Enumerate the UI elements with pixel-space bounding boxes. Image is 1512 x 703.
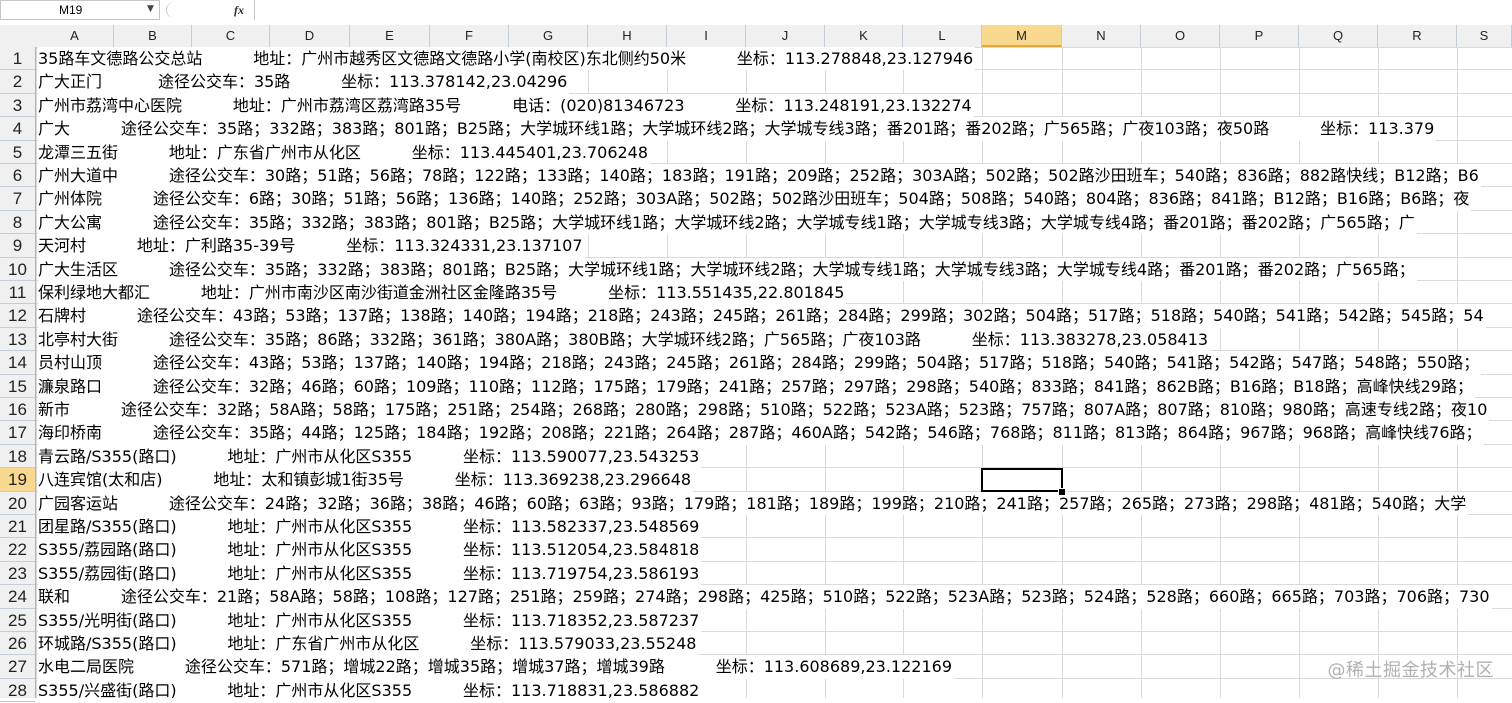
row-header-11[interactable]: 11 <box>0 281 35 305</box>
cell-a3[interactable]: 广州市荔湾中心医院 地址：广州市荔湾区荔湾路35号 电话：(020)813467… <box>38 93 974 118</box>
column-header-bar: ABCDEFGHIJKLMNOPQRS <box>0 25 1512 48</box>
cell-a10[interactable]: 广大生活区 途径公交车：35路；332路；383路；801路；B25路；大学城环… <box>38 257 1417 281</box>
cell-a24[interactable]: 联和 途径公交车：21路；58A路；58路；108路；127路；251路；259… <box>38 585 1492 609</box>
column-header-b[interactable]: B <box>114 25 192 47</box>
name-box-value: M19 <box>59 3 83 17</box>
column-header-p[interactable]: P <box>1220 25 1299 47</box>
cell-a12[interactable]: 石牌村 途径公交车：43路；53路；137路；138路；140路；194路；21… <box>38 304 1486 328</box>
cell-a8[interactable]: 广大公寓 途径公交车：35路；332路；383路；801路；B25路；大学城环线… <box>38 210 1417 235</box>
column-header-q[interactable]: Q <box>1299 25 1378 47</box>
cell-a23[interactable]: S355/荔园街(路口) 地址：广州市从化区S355 坐标：113.719754… <box>38 561 702 586</box>
watermark: @稀土掘金技术社区 <box>1327 660 1494 681</box>
column-header-o[interactable]: O <box>1141 25 1220 47</box>
cell-a26[interactable]: 环城路/S355(路口) 地址：广东省广州市从化区 坐标：113.579033,… <box>38 632 699 656</box>
column-header-a[interactable]: A <box>36 25 114 47</box>
column-header-h[interactable]: H <box>588 25 667 47</box>
row-header-7[interactable]: 7 <box>0 187 35 211</box>
cell-a6[interactable]: 广州大道中 途径公交车：30路；51路；56路；78路；122路；133路；14… <box>38 164 1481 188</box>
chevron-down-icon[interactable]: ▼ <box>147 4 154 14</box>
cell-a25[interactable]: S355/光明街(路口) 地址：广州市从化区S355 坐标：113.718352… <box>38 608 702 632</box>
column-header-r[interactable]: R <box>1378 25 1457 47</box>
cell-a17[interactable]: 海印桥南 途径公交车：35路；44路；125路；184路；192路；208路；2… <box>38 421 1484 445</box>
row-header-12[interactable]: 12 <box>0 304 35 328</box>
cell-a28[interactable]: S355/兴盛街(路口) 地址：广州市从化区S355 坐标：113.718831… <box>38 678 702 698</box>
row-header-24[interactable]: 24 <box>0 585 35 609</box>
column-header-j[interactable]: J <box>746 25 825 47</box>
row-header-18[interactable]: 18 <box>0 445 35 469</box>
row-header-10[interactable]: 10 <box>0 258 35 281</box>
cell-a16[interactable]: 新市 途径公交车：32路；58A路；58路；175路；251路；254路；268… <box>38 398 1490 422</box>
cell-a18[interactable]: 青云路/S355(路口) 地址：广州市从化区S355 坐标：113.590077… <box>38 444 702 469</box>
row-header-27[interactable]: 27 <box>0 655 35 679</box>
column-header-i[interactable]: I <box>667 25 746 47</box>
row-header-1[interactable]: 1 <box>0 47 35 71</box>
row-header-19[interactable]: 19 <box>0 468 35 492</box>
row-header-4[interactable]: 4 <box>0 117 35 141</box>
cell-grid[interactable]: 35路车文德路公交总站 地址：广州市越秀区文德路文德路小学(南校区)东北侧约50… <box>36 47 1512 698</box>
row-header-17[interactable]: 17 <box>0 421 35 445</box>
column-header-f[interactable]: F <box>430 25 509 47</box>
row-header-5[interactable]: 5 <box>0 141 35 164</box>
row-header-13[interactable]: 13 <box>0 328 35 352</box>
cell-a14[interactable]: 员村山顶 途径公交车：43路；53路；137路；140路；194路；218路；2… <box>38 351 1482 375</box>
row-header-26[interactable]: 26 <box>0 632 35 656</box>
row-header-3[interactable]: 3 <box>0 94 35 118</box>
column-header-k[interactable]: K <box>825 25 903 47</box>
cell-a15[interactable]: 濂泉路口 途径公交车：32路；46路；60路；109路；110路；112路；17… <box>38 374 1475 398</box>
row-header-15[interactable]: 15 <box>0 375 35 398</box>
insert-function-icon[interactable]: fx <box>226 0 252 20</box>
column-header-m[interactable]: M <box>982 25 1062 47</box>
row-header-21[interactable]: 21 <box>0 515 35 539</box>
row-header-bar: 1 2 3 4 5 6 7 8 9 10 11 12 13 14 15 16 17 18 19 20 21 22 23 24 2… <box>0 47 36 703</box>
column-header-g[interactable]: G <box>509 25 588 47</box>
cell-a21[interactable]: 团星路/S355(路口) 地址：广州市从化区S355 坐标：113.582337… <box>38 515 702 539</box>
cell-a20[interactable]: 广园客运站 途径公交车：24路；32路；36路；38路；46路；60路；63路；… <box>38 491 1469 515</box>
column-header-s[interactable]: S <box>1457 25 1512 47</box>
row-header-8[interactable]: 8 <box>0 211 35 235</box>
row-header-25[interactable]: 25 <box>0 609 35 632</box>
row-header-6[interactable]: 6 <box>0 164 35 188</box>
row-header-9[interactable]: 9 <box>0 234 35 258</box>
row-header-23[interactable]: 23 <box>0 562 35 586</box>
row-header-28[interactable]: 28 <box>0 679 35 703</box>
cell-a4[interactable]: 广大 途径公交车：35路；332路；383路；801路；B25路；大学城环线1路… <box>38 117 1437 141</box>
cell-a9[interactable]: 天河村 地址：广利路35-39号 坐标：113.324331,23.137107 <box>38 234 585 258</box>
column-header-n[interactable]: N <box>1062 25 1141 47</box>
fill-handle[interactable] <box>1058 488 1066 496</box>
cell-a22[interactable]: S355/荔园路(路口) 地址：广州市从化区S355 坐标：113.512054… <box>38 538 702 562</box>
cell-a7[interactable]: 广州体院 途径公交车：6路；30路；51路；56路；136路；140路；252路… <box>38 187 1472 211</box>
row-header-2[interactable]: 2 <box>0 70 35 94</box>
cell-a19[interactable]: 八连宾馆(太和店) 地址：太和镇彭城1街35号 坐标：113.369238,23… <box>38 468 694 492</box>
row-header-14[interactable]: 14 <box>0 351 35 375</box>
cell-a13[interactable]: 北亭村大街 途径公交车：35路；86路；332路；361路；380A路；380B… <box>38 327 1211 352</box>
formula-input[interactable] <box>254 0 1512 20</box>
row-header-20[interactable]: 20 <box>0 492 35 515</box>
cell-a1[interactable]: 35路车文德路公交总站 地址：广州市越秀区文德路文德路小学(南校区)东北侧约50… <box>38 47 976 71</box>
name-box[interactable]: M19 ▼ <box>0 0 160 20</box>
cell-a5[interactable]: 龙潭三五街 地址：广东省广州市从化区 坐标：113.445401,23.7062… <box>38 140 651 164</box>
column-header-c[interactable]: C <box>192 25 270 47</box>
column-header-l[interactable]: L <box>903 25 982 47</box>
active-cell-border[interactable] <box>981 468 1063 492</box>
column-header-d[interactable]: D <box>270 25 350 47</box>
column-header-e[interactable]: E <box>350 25 430 47</box>
cell-a2[interactable]: 广大正门 途径公交车：35路 坐标：113.378142,23.04296 <box>38 70 570 94</box>
formula-bar: M19 ▼ fx <box>0 0 1512 23</box>
cell-a11[interactable]: 保利绿地大都汇 地址：广州市南沙区南沙街道金洲社区金隆路35号 坐标：113.5… <box>38 281 847 305</box>
row-header-16[interactable]: 16 <box>0 398 35 422</box>
formula-bar-divider <box>166 2 181 18</box>
cell-a27[interactable]: 水电二局医院 途径公交车：571路；增城22路；增城35路；增城37路；增城39… <box>38 655 955 679</box>
row-header-22[interactable]: 22 <box>0 538 35 562</box>
